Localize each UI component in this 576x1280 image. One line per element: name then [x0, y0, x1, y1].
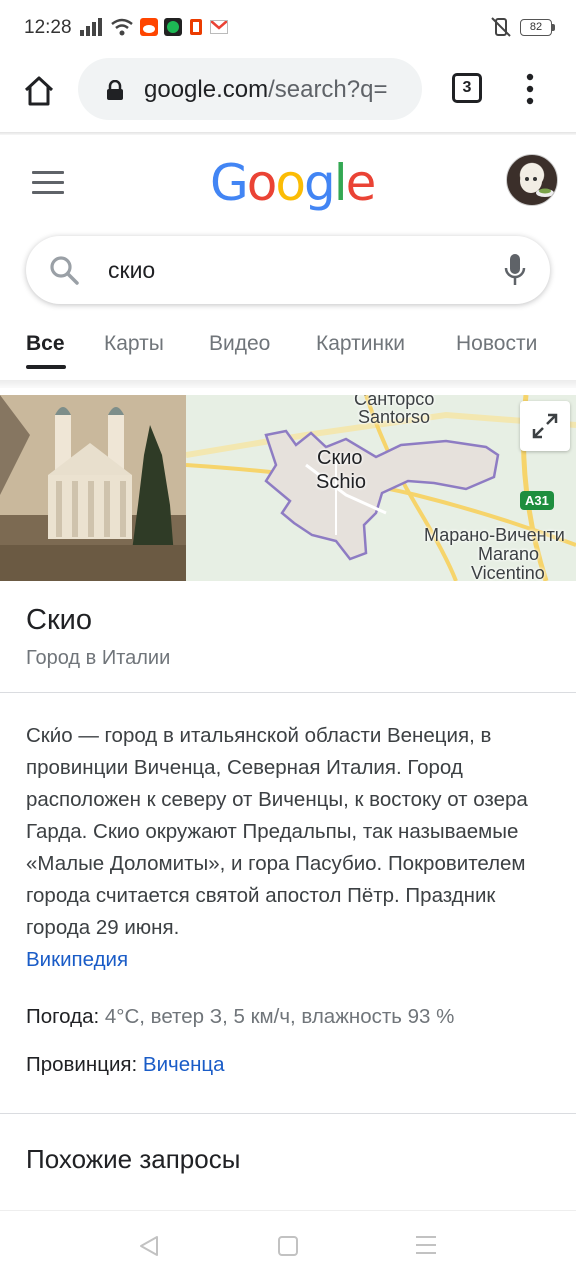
wifi-icon	[111, 18, 133, 36]
microphone-icon[interactable]	[504, 253, 526, 287]
avatar[interactable]	[506, 154, 558, 206]
lock-icon	[107, 80, 123, 100]
gmail-icon	[210, 20, 228, 34]
url-text: google.com/search?q=	[144, 76, 418, 104]
divider	[0, 1113, 576, 1114]
search-input[interactable]: скио	[108, 257, 155, 284]
description-text: Ски́о — город в итальянской области Вене…	[26, 724, 528, 939]
tab-videos[interactable]: Видео	[209, 332, 270, 356]
map-preview[interactable]: Санторсо Santorso Скио Schio Марано-Виче…	[186, 395, 576, 581]
cathedral-image	[0, 395, 186, 581]
spotify-icon	[164, 18, 182, 36]
tab-maps[interactable]: Карты	[104, 332, 164, 356]
hamburger-menu-icon[interactable]	[32, 171, 64, 195]
tab-switcher-button[interactable]: 3	[452, 73, 482, 103]
map-label-marano: Marano	[478, 544, 540, 564]
office-icon	[190, 19, 202, 35]
wikipedia-link[interactable]: Википедия	[26, 948, 128, 971]
home-icon[interactable]	[22, 74, 56, 108]
entity-description: Ски́о — город в итальянской области Вене…	[26, 720, 556, 976]
map-label-city: Schio	[316, 471, 367, 493]
active-tab-indicator	[26, 365, 66, 369]
google-logo[interactable]: Google	[210, 154, 377, 212]
url-path: /search?q=	[268, 76, 388, 103]
tab-all[interactable]: Все	[26, 332, 65, 356]
weather-fact: Погода: 4°C, ветер З, 5 км/ч, влажность …	[26, 1005, 454, 1029]
back-icon[interactable]	[138, 1235, 160, 1257]
status-icons	[80, 18, 228, 36]
map-label-santorso: Santorso	[358, 407, 431, 427]
status-time: 12:28	[24, 17, 72, 38]
related-searches-heading: Похожие запросы	[26, 1144, 241, 1174]
weather-value[interactable]: 4°C, ветер З, 5 км/ч, влажность 93 %	[105, 1005, 455, 1028]
tab-news[interactable]: Новости	[456, 332, 537, 356]
province-label: Провинция:	[26, 1053, 138, 1076]
logo-letter: l	[333, 154, 348, 212]
reddit-icon	[140, 18, 158, 36]
search-icon[interactable]	[48, 254, 80, 286]
divider	[0, 692, 576, 693]
entity-type: Город в Италии	[26, 647, 171, 669]
signal-icon	[80, 18, 102, 36]
page-title: Скио	[26, 604, 92, 636]
logo-letter: o	[246, 154, 278, 212]
url-host: google.com	[144, 76, 269, 103]
province-link[interactable]: Виченца	[143, 1053, 225, 1076]
logo-letter: e	[345, 154, 377, 212]
province-fact: Провинция: Виченца	[26, 1053, 225, 1077]
vibrate-off-icon	[491, 17, 511, 37]
map-label-vicentino: Vicentino	[471, 563, 545, 581]
map-label-marano-ru: Марано-Виченти	[424, 525, 565, 545]
logo-letter: G	[210, 154, 249, 212]
expand-icon	[532, 413, 558, 439]
browser-toolbar: google.com/search?q= 3	[0, 58, 576, 132]
avatar-image	[520, 169, 554, 197]
city-photo[interactable]	[0, 395, 186, 581]
more-menu-icon[interactable]	[520, 72, 540, 106]
logo-letter: o	[275, 154, 306, 212]
expand-map-button[interactable]	[520, 401, 570, 451]
logo-letter: g	[303, 154, 336, 212]
weather-label: Погода:	[26, 1005, 100, 1028]
tabs-divider	[0, 380, 576, 388]
road-badge: A31	[520, 491, 554, 510]
map-label-city-ru: Скио	[317, 447, 363, 469]
home-nav-icon[interactable]	[278, 1236, 298, 1256]
status-bar: 12:28 82	[0, 0, 576, 58]
search-box[interactable]: скио	[26, 236, 550, 304]
system-nav-bar	[0, 1210, 576, 1280]
recent-apps-icon[interactable]	[416, 1236, 436, 1256]
toolbar-divider	[0, 132, 576, 135]
address-bar[interactable]: google.com/search?q=	[78, 58, 422, 120]
status-icons-right: 82	[490, 17, 555, 37]
search-tabs: Все Карты Видео Картинки Новости	[0, 322, 576, 372]
tab-images[interactable]: Картинки	[316, 332, 405, 356]
battery-icon: 82	[520, 18, 555, 36]
